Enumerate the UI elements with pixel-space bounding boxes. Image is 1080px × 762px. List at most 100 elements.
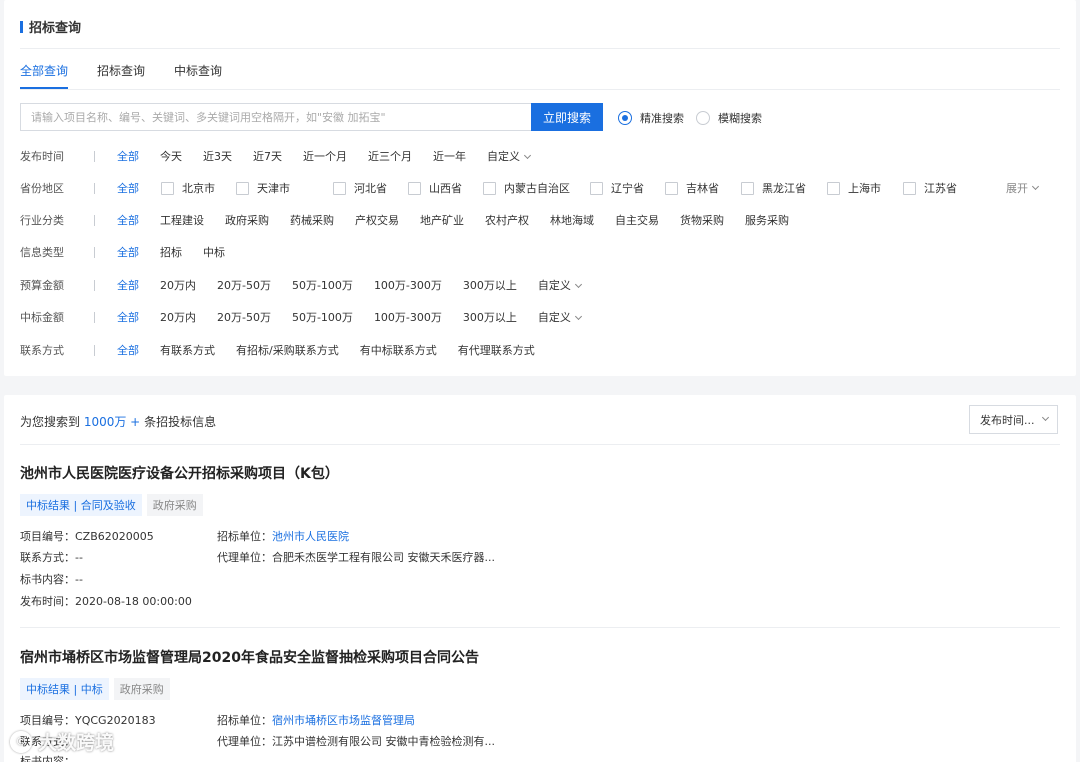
filter-option[interactable]: 近三个月	[368, 148, 412, 164]
filter-label: 行业分类	[20, 214, 64, 227]
filter-option[interactable]: 政府采购	[225, 212, 269, 228]
filter-option[interactable]: 有中标联系方式	[360, 342, 437, 358]
province-checkbox[interactable]: 河北省	[333, 180, 408, 196]
province-checkbox[interactable]: 北京市	[161, 180, 236, 196]
filter-label: 预算金额	[20, 279, 64, 292]
filter-option[interactable]: 近3天	[203, 148, 232, 164]
agent: 代理单位：合肥禾杰医学工程有限公司 安徽天禾医疗器...	[217, 551, 495, 564]
fuzzy-search-radio[interactable]: 模糊搜索	[696, 110, 762, 126]
filter-option[interactable]: 20万-50万	[217, 309, 271, 325]
filter-option[interactable]: 有招标/采购联系方式	[236, 342, 339, 358]
filter-row-info-type: 信息类型 全部 招标 中标	[20, 242, 1060, 262]
chevron-down-icon	[1031, 182, 1040, 190]
checkbox-icon	[161, 181, 174, 195]
filter-label: 发布时间	[20, 150, 64, 163]
filter-label: 信息类型	[20, 246, 64, 259]
filter-option[interactable]: 300万以上	[463, 309, 517, 325]
filter-option[interactable]: 今天	[160, 148, 182, 164]
tenderer-link[interactable]: 宿州市埇桥区市场监督管理局	[272, 714, 415, 727]
custom-dropdown[interactable]: 自定义	[538, 277, 582, 293]
checkbox-icon	[483, 181, 496, 195]
filter-option[interactable]: 招标	[160, 244, 182, 260]
filter-row-publish-time: 发布时间 全部 今天 近3天 近7天 近一个月 近三个月 近一年 自定义	[20, 146, 1060, 166]
chevron-down-icon	[574, 312, 582, 321]
filter-option[interactable]: 全部	[117, 180, 139, 196]
filter-option[interactable]: 服务采购	[745, 212, 789, 228]
tenderer: 招标单位：宿州市埇桥区市场监督管理局	[217, 712, 415, 728]
watermark: © 大数跨境	[10, 728, 114, 755]
filter-option[interactable]: 近一年	[433, 148, 466, 164]
province-checkbox[interactable]: 江苏省	[903, 180, 957, 196]
tab-award-query[interactable]: 中标查询	[174, 62, 222, 89]
filter-option[interactable]: 全部	[117, 212, 139, 228]
divider	[20, 444, 1060, 445]
filter-option[interactable]: 全部	[117, 309, 139, 325]
province-checkbox[interactable]: 黑龙江省	[741, 180, 827, 196]
item-title[interactable]: 池州市人民医院医疗设备公开招标采购项目（K包）	[20, 463, 1060, 483]
filter-option[interactable]: 50万-100万	[292, 277, 353, 293]
filter-option[interactable]: 20万内	[160, 277, 196, 293]
filter-option[interactable]: 全部	[117, 148, 139, 164]
project-number: 项目编号：CZB62020005	[20, 530, 154, 543]
bid-content: 标书内容：--	[20, 573, 83, 586]
filter-option[interactable]: 林地海域	[550, 212, 594, 228]
tab-tender-query[interactable]: 招标查询	[97, 62, 145, 89]
radio-label: 精准搜索	[640, 112, 684, 125]
province-label: 辽宁省	[611, 182, 644, 195]
filter-option[interactable]: 药械采购	[290, 212, 334, 228]
filter-row-bid-amount: 中标金额 全部 20万内 20万-50万 50万-100万 100万-300万 …	[20, 307, 1060, 327]
province-checkbox[interactable]: 上海市	[827, 180, 903, 196]
filter-label: 省份地区	[20, 182, 64, 195]
filter-option[interactable]: 农村产权	[485, 212, 529, 228]
search-button[interactable]: 立即搜索	[531, 103, 603, 131]
filter-option[interactable]: 有联系方式	[160, 342, 215, 358]
tab-all-query[interactable]: 全部查询	[20, 62, 69, 89]
filter-option[interactable]: 300万以上	[463, 277, 517, 293]
province-checkbox[interactable]: 山西省	[408, 180, 483, 196]
province-checkbox[interactable]: 天津市	[236, 180, 333, 196]
result-prefix: 为您搜索到	[20, 415, 84, 429]
filter-option[interactable]: 20万-50万	[217, 277, 271, 293]
filter-option[interactable]: 产权交易	[355, 212, 399, 228]
filter-option[interactable]: 100万-300万	[374, 277, 442, 293]
category-badge: 政府采购	[146, 494, 203, 516]
filter-option[interactable]: 货物采购	[680, 212, 724, 228]
divider	[20, 627, 1060, 628]
filter-option[interactable]: 全部	[117, 244, 139, 260]
checkbox-icon	[741, 181, 754, 195]
province-checkbox[interactable]: 辽宁省	[590, 180, 665, 196]
custom-dropdown[interactable]: 自定义	[487, 148, 532, 164]
province-label: 江苏省	[924, 182, 957, 195]
filter-option[interactable]: 中标	[203, 244, 225, 260]
filter-option[interactable]: 有代理联系方式	[458, 342, 535, 358]
expand-button[interactable]: 展开	[1006, 180, 1040, 196]
province-checkbox[interactable]: 内蒙古自治区	[483, 180, 590, 196]
checkbox-icon	[903, 181, 916, 195]
filter-row-contact: 联系方式 全部 有联系方式 有招标/采购联系方式 有中标联系方式 有代理联系方式	[20, 340, 1060, 360]
filter-option[interactable]: 近一个月	[303, 148, 347, 164]
filter-option[interactable]: 工程建设	[160, 212, 204, 228]
tenderer-label: 招标单位：	[217, 714, 272, 727]
title-accent-bar	[20, 20, 23, 33]
province-checkbox[interactable]: 吉林省	[665, 180, 741, 196]
filter-option[interactable]: 50万-100万	[292, 309, 353, 325]
filter-option[interactable]: 地产矿业	[420, 212, 464, 228]
sort-dropdown[interactable]: 发布时间...	[969, 405, 1058, 434]
filter-option[interactable]: 自主交易	[615, 212, 659, 228]
custom-dropdown[interactable]: 自定义	[538, 309, 582, 325]
tenderer-link[interactable]: 池州市人民医院	[272, 530, 349, 543]
filter-option[interactable]: 近7天	[253, 148, 282, 164]
publish-time: 发布时间：2020-08-18 00:00:00	[20, 595, 192, 608]
filter-option[interactable]: 全部	[117, 277, 139, 293]
radio-checked-icon	[618, 111, 632, 125]
exact-search-radio[interactable]: 精准搜索	[618, 110, 684, 126]
custom-label: 自定义	[487, 150, 520, 163]
filter-option[interactable]: 20万内	[160, 309, 196, 325]
checkbox-icon	[333, 181, 346, 195]
search-input[interactable]	[21, 104, 531, 130]
tenderer: 招标单位：池州市人民医院	[217, 528, 349, 544]
item-tags: 中标结果 | 合同及验收 政府采购	[20, 494, 1060, 516]
filter-option[interactable]: 100万-300万	[374, 309, 442, 325]
item-title[interactable]: 宿州市埇桥区市场监督管理局2020年食品安全监督抽检采购项目合同公告	[20, 647, 1060, 667]
filter-option[interactable]: 全部	[117, 342, 139, 358]
